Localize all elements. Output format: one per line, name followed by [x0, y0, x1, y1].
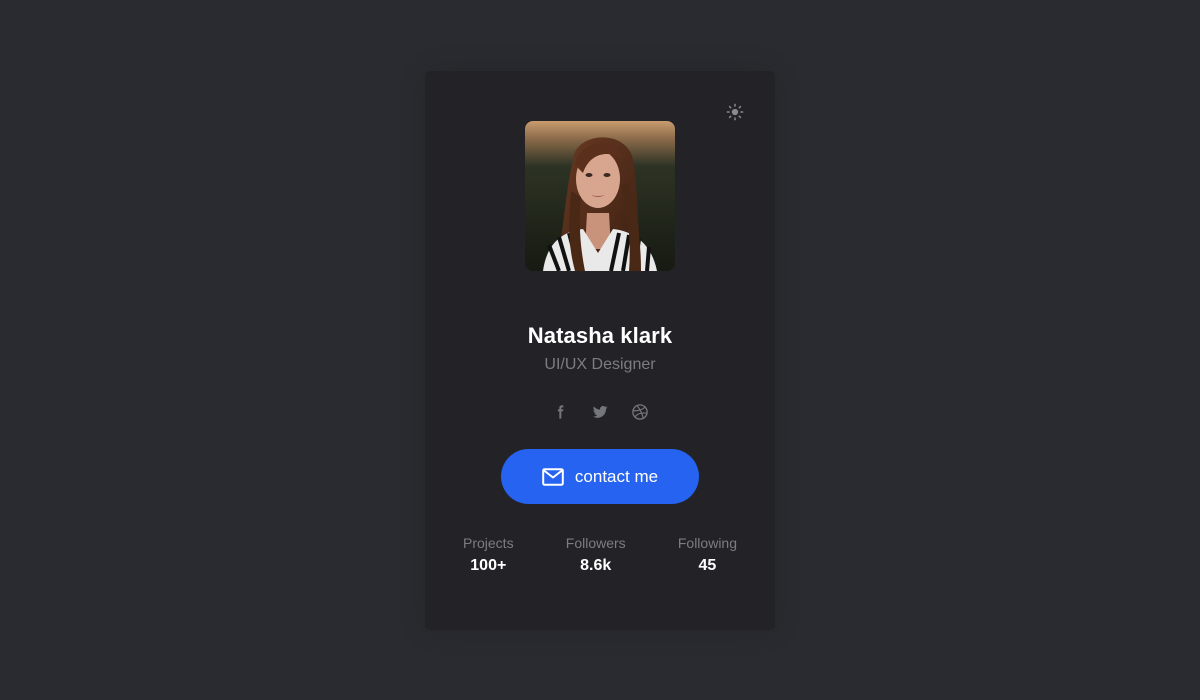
stat-value: 100+ [470, 557, 507, 574]
contact-button[interactable]: contact me [501, 449, 699, 504]
profile-stats: Projects 100+ Followers 8.6k Following 4… [463, 535, 737, 575]
stat-label: Followers [565, 535, 626, 551]
twitter-icon [592, 406, 608, 418]
twitter-link[interactable] [590, 402, 610, 422]
theme-toggle-button[interactable] [725, 102, 745, 122]
stat-value: 45 [698, 557, 717, 574]
mail-icon [542, 467, 564, 486]
profile-card: Natasha klark UI/UX Designer contact me … [425, 71, 775, 630]
stat-projects: Projects 100+ [463, 535, 514, 575]
sun-icon [726, 103, 744, 121]
social-links [425, 402, 775, 422]
facebook-link[interactable] [550, 402, 570, 422]
dribbble-icon [632, 404, 648, 420]
avatar [525, 121, 675, 271]
stat-followers: Followers 8.6k [566, 535, 626, 575]
facebook-icon [557, 405, 564, 419]
dribbble-link[interactable] [630, 402, 650, 422]
stat-label: Following [677, 535, 737, 551]
stat-label: Projects [463, 535, 514, 551]
profile-name: Natasha klark [527, 323, 673, 348]
profile-role: UI/UX Designer [544, 356, 656, 373]
contact-button-label: contact me [574, 466, 659, 486]
stat-following: Following 45 [678, 535, 737, 575]
stat-value: 8.6k [580, 557, 612, 574]
